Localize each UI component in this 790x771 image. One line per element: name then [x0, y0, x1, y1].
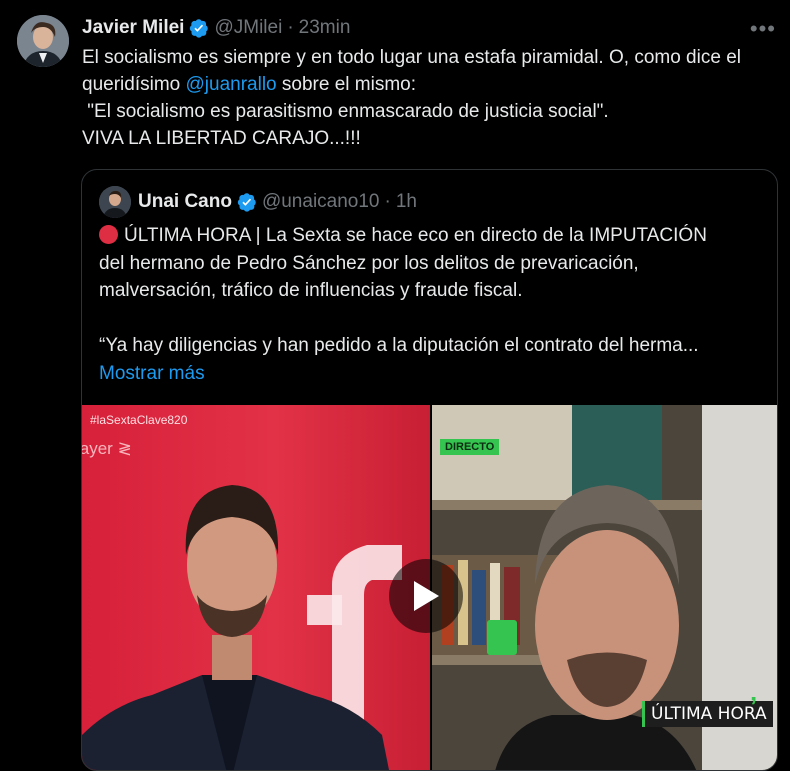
mention-link[interactable]: @juanrallo — [186, 74, 277, 95]
quoted-timestamp[interactable]: 1h — [396, 191, 417, 213]
quoted-line1-text: ÚLTIMA HORA | La Sexta se hace eco en di… — [124, 225, 707, 246]
tweet-header: Javier Milei @JMilei · 23min — [82, 16, 350, 40]
show-more-link[interactable]: Mostrar más — [99, 360, 769, 388]
video-player[interactable]: #laSextaClave820 layer ≷ — [82, 405, 777, 770]
author-avatar[interactable] — [17, 15, 69, 67]
play-button-icon[interactable] — [389, 559, 463, 633]
studio-backdrop — [82, 485, 402, 770]
quoted-tweet-card[interactable]: Unai Cano @unaicano10 · 1h ÚLTIMA HORA |… — [81, 169, 778, 771]
author-name[interactable]: Javier Milei — [82, 17, 184, 39]
video-left-panel: #laSextaClave820 layer ≷ — [82, 405, 430, 770]
tweet-timestamp[interactable]: 23min — [299, 17, 351, 39]
quoted-text-line1: ÚLTIMA HORA | La Sexta se hace eco en di… — [99, 222, 769, 250]
quoted-text-line4: “Ya hay diligencias y han pedido a la di… — [99, 335, 699, 356]
quoted-separator-dot: · — [384, 191, 391, 212]
quoted-text-line2: del hermano de Pedro Sánchez por los del… — [99, 252, 639, 274]
verified-badge-icon — [189, 18, 209, 38]
quoted-tweet-header: Unai Cano @unaicano10 · 1h — [138, 189, 417, 215]
more-options-icon[interactable]: ••• — [750, 16, 776, 42]
quoted-text-blank — [99, 305, 769, 333]
banner-quote-mark: ’ — [750, 691, 758, 721]
quoted-verified-badge-icon — [237, 192, 257, 212]
quoted-tweet-text: ÚLTIMA HORA | La Sexta se hace eco en di… — [99, 222, 769, 387]
quoted-avatar-image — [99, 186, 131, 218]
avatar-image — [17, 15, 69, 67]
channel-watermark-text: layer — [82, 439, 113, 458]
author-handle[interactable]: @JMilei — [214, 17, 282, 39]
live-badge: DIRECTO — [440, 439, 500, 455]
separator-dot: · — [287, 17, 294, 38]
quoted-author-avatar[interactable] — [99, 186, 131, 218]
tweet-text: El socialismo es siempre y en todo lugar… — [82, 44, 782, 152]
video-hashtag: #laSextaClave820 — [90, 413, 188, 427]
channel-watermark: layer ≷ — [82, 439, 132, 459]
red-circle-icon — [99, 225, 118, 244]
quoted-author-handle[interactable]: @unaicano10 — [262, 191, 380, 213]
video-right-panel: DIRECTO ÚLTIMA HORA ’ — [432, 405, 777, 770]
quoted-author-name[interactable]: Unai Cano — [138, 191, 232, 213]
quoted-text-line3: malversación, tráfico de influencias y f… — [99, 280, 523, 301]
